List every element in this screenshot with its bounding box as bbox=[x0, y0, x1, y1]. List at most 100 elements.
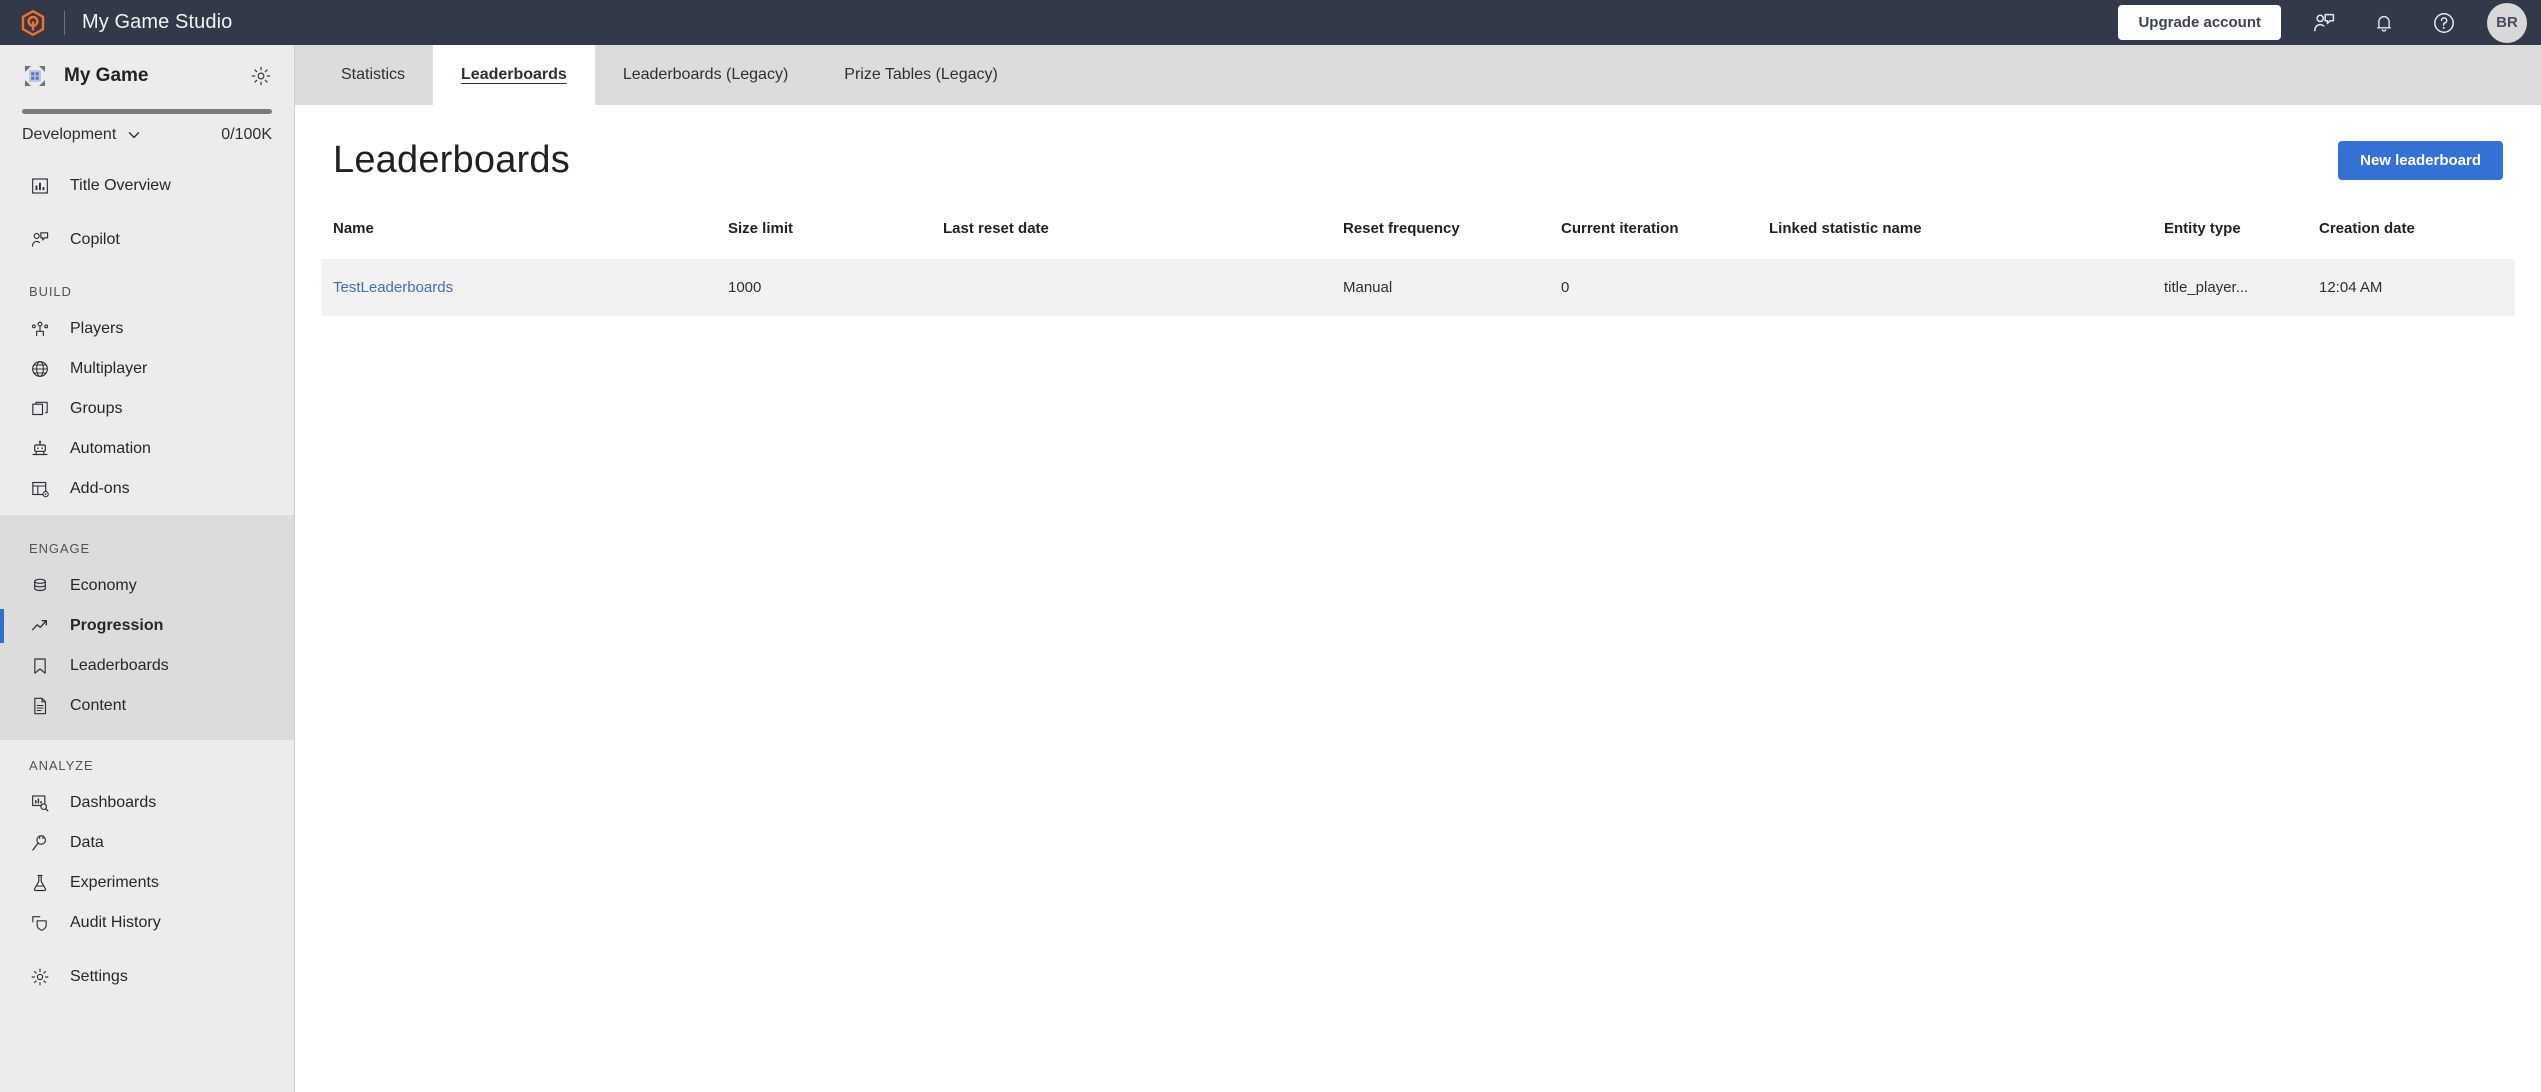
sidebar-item-label: Audit History bbox=[70, 914, 161, 931]
tab-bar: Statistics Leaderboards Leaderboards (Le… bbox=[295, 45, 2541, 105]
tab-statistics[interactable]: Statistics bbox=[313, 45, 433, 105]
environment-label[interactable]: Development bbox=[22, 126, 116, 144]
dashboard-search-icon bbox=[29, 792, 51, 814]
upgrade-account-button[interactable]: Upgrade account bbox=[2118, 5, 2281, 40]
chevron-down-icon[interactable] bbox=[126, 127, 142, 143]
sidebar-item-copilot[interactable]: Copilot bbox=[0, 220, 294, 260]
sidebar-item-audit-history[interactable]: Audit History bbox=[0, 903, 294, 943]
bar-chart-icon bbox=[29, 175, 51, 197]
table-header-row: Name Size limit Last reset date Reset fr… bbox=[321, 208, 2515, 259]
robot-icon bbox=[29, 438, 51, 460]
sidebar-item-add-ons[interactable]: Add-ons bbox=[0, 469, 294, 509]
sidebar-item-players[interactable]: Players bbox=[0, 309, 294, 349]
cell-linked-statistic-name bbox=[1757, 259, 2152, 316]
quota-label: 0/100K bbox=[221, 126, 272, 143]
feedback-person-chat-icon[interactable] bbox=[2307, 6, 2341, 40]
hexagon-logo-icon[interactable] bbox=[18, 8, 48, 38]
sidebar-item-label: Dashboards bbox=[70, 794, 157, 811]
globe-icon bbox=[29, 358, 51, 380]
tab-label: Leaderboards bbox=[461, 66, 567, 83]
sidebar-item-groups[interactable]: Groups bbox=[0, 389, 294, 429]
main-content: Statistics Leaderboards Leaderboards (Le… bbox=[295, 45, 2541, 1092]
leaderboard-name-link[interactable]: TestLeaderboards bbox=[333, 279, 453, 296]
column-header-size-limit[interactable]: Size limit bbox=[716, 208, 931, 259]
sidebar-item-progression[interactable]: Progression bbox=[0, 606, 294, 646]
audit-shield-icon bbox=[29, 912, 51, 934]
body-split: My Game Development 0/100K Title Overvie… bbox=[0, 45, 2541, 1092]
tab-leaderboards[interactable]: Leaderboards bbox=[433, 45, 595, 105]
quota-progress bbox=[0, 107, 294, 114]
sidebar-item-label: Data bbox=[70, 834, 104, 851]
players-icon bbox=[29, 318, 51, 340]
trending-arrow-icon bbox=[29, 615, 51, 637]
sidebar-item-label: Automation bbox=[70, 440, 151, 457]
column-header-name[interactable]: Name bbox=[321, 208, 716, 259]
column-header-entity-type[interactable]: Entity type bbox=[2152, 208, 2307, 259]
game-name: My Game bbox=[64, 65, 149, 86]
tab-label: Statistics bbox=[341, 66, 406, 83]
sidebar-item-label: Leaderboards bbox=[70, 657, 169, 674]
sidebar-item-label: Players bbox=[70, 320, 124, 337]
sidebar-item-title-overview[interactable]: Title Overview bbox=[0, 166, 294, 206]
sidebar-item-leaderboards[interactable]: Leaderboards bbox=[0, 646, 294, 686]
tab-label: Prize Tables (Legacy) bbox=[844, 66, 998, 83]
document-icon bbox=[29, 695, 51, 717]
coins-stack-icon bbox=[29, 575, 51, 597]
sidebar-item-content[interactable]: Content bbox=[0, 686, 294, 726]
cell-current-iteration: 0 bbox=[1561, 279, 1570, 296]
sidebar-item-experiments[interactable]: Experiments bbox=[0, 863, 294, 903]
nav-gap bbox=[0, 206, 294, 220]
bell-icon[interactable] bbox=[2367, 6, 2401, 40]
sidebar-item-label: Settings bbox=[70, 968, 128, 985]
page-header: Leaderboards New leaderboard bbox=[295, 105, 2541, 208]
sidebar-item-automation[interactable]: Automation bbox=[0, 429, 294, 469]
nav-section-build: BUILD Players Multiplayer Groups Automat… bbox=[0, 266, 294, 515]
cell-creation-date: 12:04 AM bbox=[2319, 279, 2383, 296]
avatar[interactable]: BR bbox=[2487, 2, 2527, 43]
column-header-reset-frequency[interactable]: Reset frequency bbox=[1331, 208, 1549, 259]
addons-layout-icon bbox=[29, 478, 51, 500]
sidebar-item-label: Experiments bbox=[70, 874, 159, 891]
leaderboards-table: Name Size limit Last reset date Reset fr… bbox=[321, 208, 2515, 316]
column-header-last-reset-date[interactable]: Last reset date bbox=[931, 208, 1331, 259]
sidebar-item-label: Multiplayer bbox=[70, 360, 148, 377]
gear-icon[interactable] bbox=[250, 65, 272, 87]
table-body: TestLeaderboards 1000 Manual 0 title_pla… bbox=[321, 259, 2515, 316]
section-label-engage: ENGAGE bbox=[29, 541, 91, 556]
game-selector[interactable]: My Game bbox=[0, 45, 294, 107]
sidebar-item-label: Groups bbox=[70, 400, 123, 417]
column-header-creation-date[interactable]: Creation date bbox=[2307, 208, 2515, 259]
gear-icon bbox=[29, 966, 51, 988]
page-title: Leaderboards bbox=[333, 139, 570, 181]
cell-name: TestLeaderboards bbox=[321, 259, 716, 316]
top-bar: My Game Studio Upgrade account BR bbox=[0, 0, 2541, 45]
sidebar-item-label: Copilot bbox=[70, 231, 120, 248]
section-label-analyze: ANALYZE bbox=[29, 758, 94, 773]
column-header-current-iteration[interactable]: Current iteration bbox=[1549, 208, 1757, 259]
tab-label: Leaderboards (Legacy) bbox=[622, 66, 789, 83]
game-grid-icon bbox=[22, 63, 48, 89]
sidebar-item-label: Title Overview bbox=[70, 177, 171, 194]
cell-size-limit: 1000 bbox=[728, 279, 762, 296]
sidebar: My Game Development 0/100K Title Overvie… bbox=[0, 45, 295, 1092]
nav-gap bbox=[0, 943, 294, 957]
new-leaderboard-button[interactable]: New leaderboard bbox=[2338, 141, 2503, 180]
sidebar-item-economy[interactable]: Economy bbox=[0, 566, 294, 606]
sidebar-item-settings[interactable]: Settings bbox=[0, 957, 294, 997]
studio-title: My Game Studio bbox=[82, 11, 233, 33]
flask-icon bbox=[29, 872, 51, 894]
sidebar-item-dashboards[interactable]: Dashboards bbox=[0, 783, 294, 823]
sidebar-item-label: Add-ons bbox=[70, 480, 130, 497]
question-circle-icon[interactable] bbox=[2427, 6, 2461, 40]
column-header-linked-statistic-name[interactable]: Linked statistic name bbox=[1757, 208, 2152, 259]
nav-section-engage: ENGAGE Economy Progression Leaderboards … bbox=[0, 515, 294, 740]
section-label-build: BUILD bbox=[29, 284, 72, 299]
brand-divider bbox=[64, 10, 65, 35]
table-row[interactable]: TestLeaderboards 1000 Manual 0 title_pla… bbox=[321, 259, 2515, 316]
tab-leaderboards-legacy[interactable]: Leaderboards (Legacy) bbox=[595, 45, 816, 105]
sidebar-item-label: Economy bbox=[70, 577, 137, 594]
nav-section-top: Title Overview Copilot bbox=[0, 160, 294, 266]
sidebar-item-data[interactable]: Data bbox=[0, 823, 294, 863]
tab-prize-tables-legacy[interactable]: Prize Tables (Legacy) bbox=[816, 45, 1026, 105]
sidebar-item-multiplayer[interactable]: Multiplayer bbox=[0, 349, 294, 389]
